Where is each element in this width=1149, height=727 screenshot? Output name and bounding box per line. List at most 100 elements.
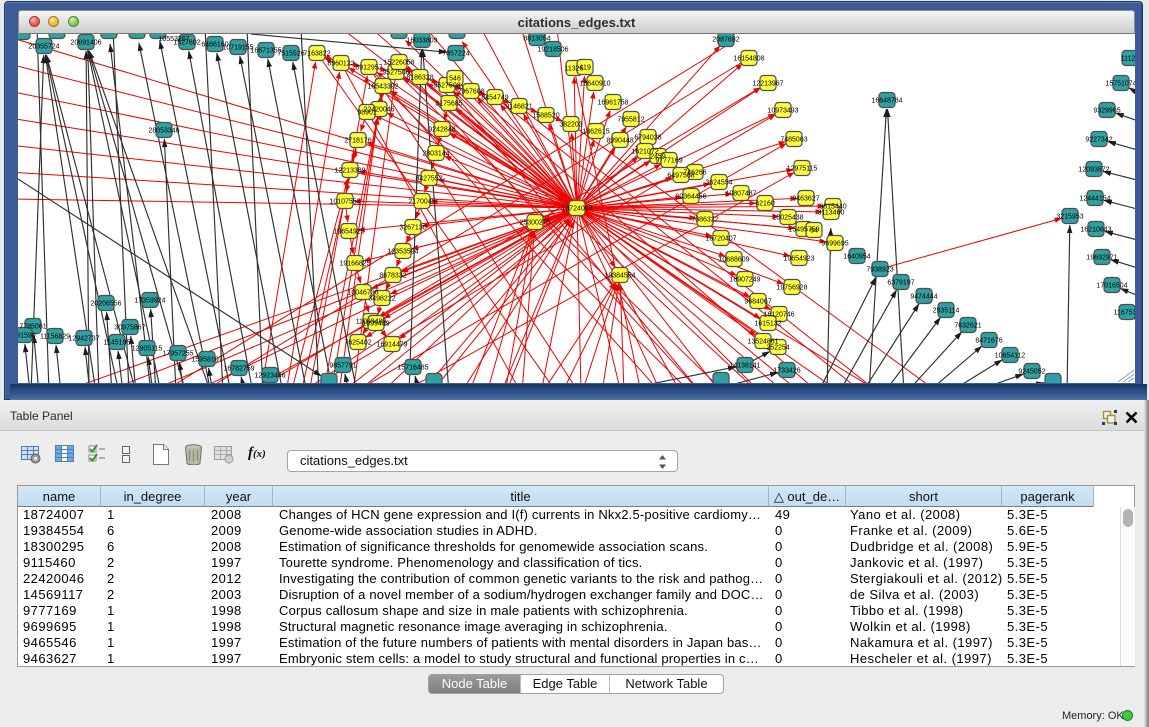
svg-text:1588520: 1588520 [532,113,559,120]
svg-text:18724007: 18724007 [561,206,592,213]
svg-text:16154808: 16154808 [733,56,764,63]
svg-text:16120746: 16120746 [763,312,794,319]
svg-text:2718176: 2718176 [344,138,371,145]
svg-text:9227342: 9227342 [1085,137,1112,144]
svg-text:62160: 62160 [755,201,775,208]
svg-text:3267130: 3267130 [399,225,426,232]
svg-text:1145195: 1145195 [104,340,131,347]
svg-text:6794028: 6794028 [634,135,661,142]
svg-text:7632621: 7632621 [954,323,981,330]
svg-text:9684067: 9684067 [744,299,771,306]
svg-text:25300275: 25300275 [519,220,550,227]
svg-text:11121: 11121 [1121,56,1135,63]
svg-text:10107553: 10107553 [329,199,360,206]
svg-text:2170045: 2170045 [408,199,435,206]
svg-text:1362615: 1362615 [582,129,609,136]
svg-text:6379197: 6379197 [887,280,914,287]
svg-text:1640954: 1640954 [843,254,870,261]
svg-text:8960123: 8960123 [327,61,354,68]
svg-text:15958107: 15958107 [191,357,222,364]
svg-text:8990448: 8990448 [606,138,633,145]
svg-text:3175685: 3175685 [435,101,462,108]
svg-text:1733426: 1733426 [773,368,800,375]
svg-text:19384554: 19384554 [604,273,635,280]
svg-text:9857791: 9857791 [329,363,356,370]
svg-text:12923446: 12923446 [254,373,285,380]
svg-text:17359924: 17359924 [134,298,165,305]
svg-text:8813054: 8813054 [523,36,550,43]
svg-text:18640910: 18640910 [579,81,610,88]
svg-text:16961758: 16961758 [597,100,628,107]
svg-text:10719155: 10719155 [222,45,253,52]
svg-text:9463627: 9463627 [792,196,819,203]
svg-text:17957255: 17957255 [162,351,193,358]
svg-text:28053346: 28053346 [148,128,179,135]
svg-text:9245052: 9245052 [1018,369,1045,376]
svg-text:18907249: 18907249 [729,277,760,284]
svg-text:6497568: 6497568 [667,173,694,180]
svg-text:12444154: 12444154 [1079,196,1110,203]
svg-text:12213967: 12213967 [752,81,783,88]
svg-text:16543392: 16543392 [367,84,398,91]
svg-text:17016504: 17016504 [1096,283,1127,290]
svg-text:7386322: 7386322 [691,217,718,224]
svg-text:19654923: 19654923 [783,256,814,263]
svg-text:7485063: 7485063 [780,137,807,144]
svg-text:10973493: 10973493 [767,108,798,115]
svg-text:15226058: 15226058 [383,60,414,67]
svg-text:7163822: 7163822 [303,51,330,58]
svg-text:9777169: 9777169 [655,158,682,165]
svg-text:3624554: 3624554 [705,180,732,187]
svg-text:20355724: 20355724 [28,44,59,51]
svg-text:391590: 391590 [18,333,36,340]
svg-text:8186328: 8186328 [406,75,433,82]
svg-text:12093872: 12093872 [1078,167,1109,174]
svg-text:8427552: 8427552 [415,176,442,183]
svg-text:2935114: 2935114 [933,308,960,315]
svg-text:7357224: 7357224 [442,51,469,58]
svg-text:9474444: 9474444 [910,294,937,301]
svg-text:30975867: 30975867 [114,325,145,332]
svg-text:16210643: 16210643 [1080,227,1111,234]
svg-text:10553267: 10553267 [158,36,189,43]
svg-text:10654112: 10654112 [995,353,1026,360]
svg-text:12353594: 12353594 [387,249,418,256]
svg-text:16033809: 16033809 [406,38,437,45]
svg-text:20364456: 20364456 [675,194,706,201]
svg-text:16782759: 16782759 [223,366,254,373]
svg-text:252254: 252254 [766,345,789,352]
svg-text:12975115: 12975115 [787,166,818,173]
svg-text:20691406: 20691406 [70,40,101,47]
svg-text:15751074: 15751074 [1105,81,1135,88]
svg-text:3215953: 3215953 [1056,214,1083,221]
svg-text:10688609: 10688609 [718,257,749,264]
svg-text:382203: 382203 [559,122,582,129]
svg-text:19166825: 19166825 [339,261,370,268]
svg-text:9146821: 9146821 [505,104,532,111]
svg-text:19218506: 19218506 [537,47,568,54]
svg-text:8454749: 8454749 [481,95,508,102]
svg-text:1099489: 1099489 [362,321,389,328]
svg-text:1167533: 1167533 [1114,310,1135,317]
svg-text:1615132: 1615132 [754,321,781,328]
svg-text:98901: 98901 [357,110,377,117]
svg-text:8678332: 8678332 [379,273,406,280]
svg-text:8471676: 8471676 [975,338,1002,345]
svg-text:3498222: 3498222 [368,296,395,303]
svg-text:19692971: 19692971 [1086,255,1117,262]
svg-text:8912957: 8912957 [355,65,382,72]
svg-text:2087682: 2087682 [712,37,739,44]
svg-text:16648784: 16648784 [871,98,902,105]
svg-text:15720407: 15720407 [705,236,736,243]
svg-text:7785061: 7785061 [19,324,46,331]
svg-text:64: 64 [810,228,818,235]
svg-text:10807487: 10807487 [725,191,756,198]
svg-text:9329965: 9329965 [1093,108,1120,115]
svg-text:19756928: 19756928 [776,285,807,292]
svg-text:11156829: 11156829 [40,334,70,341]
svg-text:12905115: 12905115 [132,346,163,353]
svg-text:16914479: 16914479 [376,342,407,349]
svg-text:7625402: 7625402 [344,340,371,347]
svg-text:9699695: 9699695 [821,241,848,248]
svg-text:419: 419 [579,65,591,72]
